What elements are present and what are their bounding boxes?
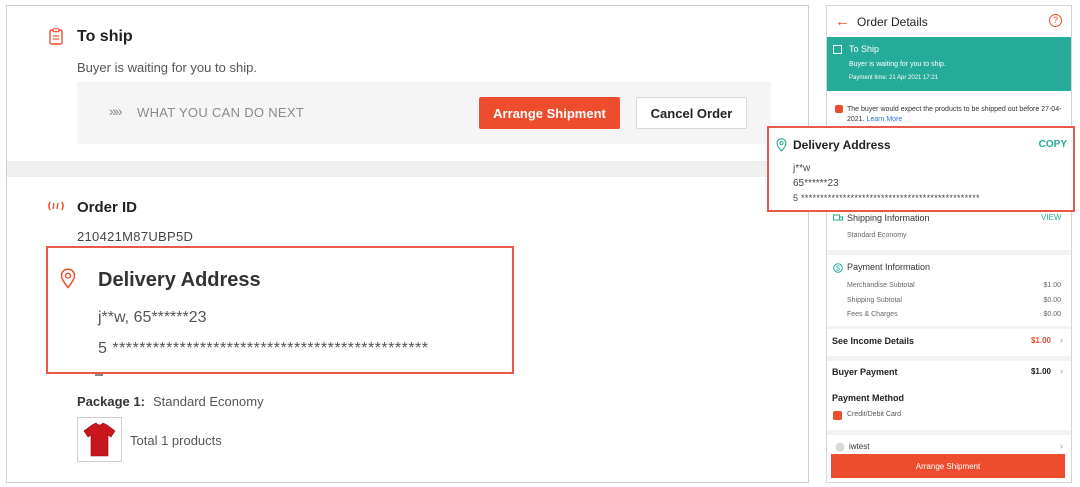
section-separator [827,430,1071,435]
section-separator [827,250,1071,255]
payment-time: Payment time: 21 Apr 2021 17:21 [849,75,939,81]
clipboard-icon [49,28,63,45]
desktop-order-panel: To ship Buyer is waiting for you to ship… [6,5,809,483]
shipping-view-link[interactable]: VIEW [1041,213,1061,222]
tshirt-image [83,422,116,457]
dollar-circle-icon: $ [833,263,843,273]
payment-method-value: Credit/Debit Card [847,411,902,418]
mobile-address-street: 5 **************************************… [793,193,980,203]
buyer-payment-link[interactable]: Buyer Payment [832,367,898,377]
learn-more-link[interactable]: Learn More [866,116,902,123]
order-id-title: Order ID [77,199,138,216]
fees-charges-value: $0.00 [1043,311,1061,318]
chevrons-right-icon: »» [109,103,123,119]
desktop-delivery-address-highlight: Delivery Address j**w, 65******23 5 ****… [46,246,514,374]
location-pin-icon [60,268,76,289]
shipping-notice: The buyer would expect the products to b… [835,105,1065,125]
arrange-shipment-button[interactable]: Arrange Shipment [479,97,620,129]
chevron-right-icon[interactable]: › [1060,441,1063,451]
payment-information-title: Payment Information [847,262,931,272]
package-label: Package 1: [77,394,145,409]
order-id-icon [48,201,64,211]
next-actions-bar: »» WHAT YOU CAN DO NEXT Arrange Shipment… [77,82,771,144]
mobile-delivery-address-highlight: Delivery Address COPY j**w 65******23 5 … [767,126,1075,212]
to-ship-title: To ship [77,28,133,45]
to-ship-subtitle: Buyer is waiting for you to ship. [77,60,257,75]
shipping-subtotal-value: $0.00 [1043,297,1061,304]
mobile-order-details-panel: ← Order Details ? To Ship Buyer is waiti… [826,5,1072,483]
svg-text:$: $ [836,266,840,273]
merchandise-subtotal-value: $1.00 [1043,282,1061,289]
credit-card-icon [833,411,842,420]
section-separator [827,356,1071,361]
copy-address-button[interactable]: COPY [1039,139,1067,150]
help-icon[interactable]: ? [1049,14,1062,27]
merchandise-subtotal-label: Merchandise Subtotal [847,282,915,289]
fees-charges-label: Fees & Charges [847,311,898,318]
buyer-avatar [835,442,845,452]
shield-icon [835,105,843,113]
delivery-address-title: Delivery Address [98,269,261,291]
next-actions-label: WHAT YOU CAN DO NEXT [137,105,305,120]
cancel-order-button[interactable]: Cancel Order [636,97,747,129]
delivery-address-name-phone: j**w, 65******23 [98,309,207,326]
section-separator [827,326,1071,329]
mobile-address-phone: 65******23 [793,178,839,189]
chevron-right-icon[interactable]: › [1060,335,1063,345]
income-value: $1.00 [1030,336,1051,345]
shipping-method-value: Standard Economy [847,232,907,239]
status-clipboard-icon [833,45,842,54]
total-products-text: Total 1 products [130,433,222,448]
product-thumbnail[interactable] [77,417,122,462]
delivery-address-street: 5 **************************************… [98,340,429,357]
chevron-right-icon[interactable]: › [1060,366,1063,376]
buyer-payment-value: $1.00 [1030,367,1051,376]
payment-method-title: Payment Method [832,393,905,403]
shipping-subtotal-label: Shipping Subtotal [847,297,902,304]
shipping-information-title: Shipping Information [847,213,930,223]
section-divider [7,161,808,177]
location-pin-icon [776,138,787,152]
order-status-banner: To Ship Buyer is waiting for you to ship… [827,37,1071,91]
see-income-details-link[interactable]: See Income Details [832,336,914,346]
mobile-delivery-address-title: Delivery Address [793,138,891,152]
back-arrow-icon[interactable]: ← [835,13,850,30]
buyer-username[interactable]: iwtest [849,442,869,451]
status-title: To Ship [849,44,880,54]
mobile-page-title: Order Details [857,15,928,29]
truck-icon [833,214,843,221]
mobile-arrange-shipment-button[interactable]: Arrange Shipment [831,454,1065,478]
package-shipping-method: Standard Economy [153,394,264,409]
order-id-value: 210421M87UBP5D [77,229,194,244]
mobile-address-name: j**w [793,163,811,174]
status-subtitle: Buyer is waiting for you to ship. [849,61,946,68]
